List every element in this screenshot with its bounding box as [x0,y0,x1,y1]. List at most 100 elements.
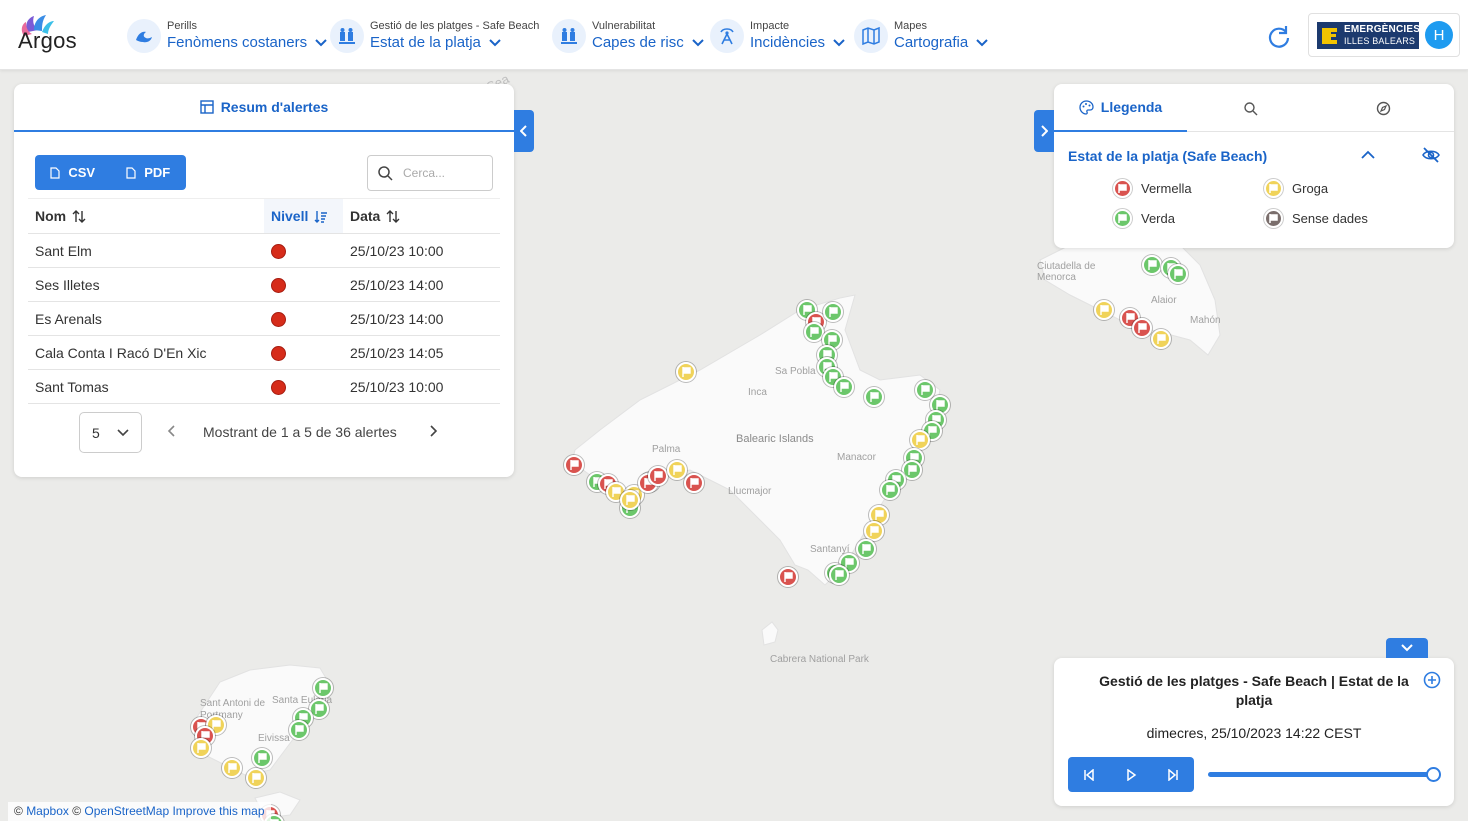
beach-flag-marker[interactable] [834,377,854,397]
chevron-down-icon [833,38,845,46]
beach-flag-marker[interactable] [1142,255,1162,275]
beach-flag-marker[interactable] [252,748,272,768]
beach-flag-marker[interactable] [222,758,242,778]
alerts-search[interactable] [367,155,493,191]
beach-flag-marker[interactable] [289,720,309,740]
time-panel-toggle[interactable] [1386,638,1428,658]
time-slider-thumb[interactable] [1426,767,1441,782]
step-forward-button[interactable] [1152,757,1194,792]
cell-level [264,267,343,302]
beach-flag-marker[interactable] [684,473,704,493]
play-button[interactable] [1110,757,1152,792]
column-header-name[interactable]: Nom [28,198,264,234]
beach-flag-marker[interactable] [648,466,668,486]
beach-flag-marker[interactable] [191,738,211,758]
beach-flag-marker[interactable] [313,678,333,698]
plus-circle-icon[interactable] [1423,671,1441,689]
table-row[interactable]: Ses Illetes 25/10/23 14:00 [28,267,500,302]
nav-beach-state-label: Estat de la platja [370,33,481,51]
table-row[interactable]: Sant Tomas 25/10/23 10:00 [28,369,500,404]
beach-flag-marker[interactable] [1168,264,1188,284]
page-size-select[interactable]: 5 [79,412,142,453]
table-row[interactable]: Cala Conta I Racó D'En Xic 25/10/23 14:0… [28,335,500,370]
chevron-right-icon[interactable] [428,425,438,437]
column-header-date[interactable]: Data [343,198,500,234]
improve-map-link[interactable]: Improve this map [172,804,264,818]
beach-flag-marker[interactable] [856,539,876,559]
tab-alerts-summary[interactable]: Resum d'alertes [14,84,514,132]
beach-flag-marker[interactable] [1094,300,1114,320]
nav-perils-sub: Perills [167,19,197,32]
compass-icon [1376,101,1390,115]
beach-flag-marker[interactable] [910,430,930,450]
table-row[interactable]: Es Arenals 25/10/23 14:00 [28,301,500,336]
beach-flag-marker[interactable] [1132,318,1152,338]
current-datetime: dimecres, 25/10/2023 14:22 CEST [1146,725,1362,741]
nav-impact-sub: Impacte [750,19,790,32]
city-label-palma: Palma [652,444,681,455]
legend-panel: Llegenda Estat de la platja (Safe Beach)… [1054,84,1454,248]
mapbox-link[interactable]: Mapbox [26,804,69,818]
chevron-left-icon[interactable] [167,425,177,437]
legend-item-no-data: Sense dades [1264,209,1368,228]
export-button-group: CSV PDF [35,155,186,190]
tab-search[interactable] [1187,84,1320,132]
avatar[interactable]: H [1425,21,1453,49]
search-input[interactable] [403,166,483,180]
region-label-balearic: Balearic Islands [736,433,814,445]
beach-flag-marker[interactable] [880,480,900,500]
osm-link[interactable]: OpenStreetMap [84,804,169,818]
nav-perils-label: Fenòmens costaners [167,33,308,51]
nav-impact[interactable]: Impacte Incidències [710,18,845,54]
cell-date: 25/10/23 14:00 [343,267,500,302]
emergencies-logo-icon [1322,27,1337,44]
beach-flag-marker[interactable] [1151,329,1171,349]
beach-flag-marker[interactable] [864,387,884,407]
flag-icon [1113,209,1132,228]
chevron-up-icon[interactable] [1361,150,1375,160]
beach-flag-marker[interactable] [823,302,843,322]
nav-perils[interactable]: Perills Fenòmens costaners [127,18,327,54]
column-header-level[interactable]: Nivell [264,198,343,234]
map-attribution: © Mapbox © OpenStreetMap Improve this ma… [8,802,271,821]
eye-off-icon[interactable] [1422,147,1440,163]
level-dot-red [271,379,286,395]
brand-line2: ILLES BALEARS [1344,36,1416,46]
file-icon [126,166,136,179]
collapse-alerts-panel-button[interactable] [514,110,534,152]
page-size-value: 5 [92,424,100,441]
refresh-icon[interactable] [1266,24,1292,50]
beach-flag-marker[interactable] [778,567,798,587]
beach-flag-marker[interactable] [620,490,640,510]
table-row[interactable]: Sant Elm 25/10/23 10:00 [28,233,500,268]
beach-flag-marker[interactable] [676,362,696,382]
legend-label: Verda [1141,211,1175,226]
nav-beach-state-sub: Gestió de les platges - Safe Beach [370,19,540,32]
collapse-legend-panel-button[interactable] [1034,110,1054,152]
palette-icon [1079,99,1094,115]
playback-controls [1068,757,1194,792]
nav-beach-state[interactable]: Gestió de les platges - Safe Beach Estat… [330,18,539,54]
tab-navigation[interactable] [1320,84,1453,132]
time-slider-track[interactable] [1208,772,1433,777]
nav-impact-label: Incidències [750,33,826,51]
beach-flag-marker[interactable] [864,521,884,541]
beach-flag-marker[interactable] [804,322,824,342]
beach-flag-marker[interactable] [829,565,849,585]
nav-vulnerability-label: Capes de risc [592,33,684,51]
nav-maps[interactable]: Mapes Cartografia [854,18,988,54]
beach-flag-marker[interactable] [564,455,584,475]
cell-name: Es Arenals [28,301,264,336]
cell-level [264,369,343,404]
beach-flag-marker[interactable] [667,460,687,480]
city-label-manacor: Manacor [837,452,876,463]
tab-legend[interactable]: Llegenda [1054,84,1187,132]
csv-export-button[interactable]: CSV [35,155,111,190]
nav-vulnerability[interactable]: Vulnerabilitat Capes de risc [552,18,704,54]
city-label-llucmajor: Llucmajor [728,486,772,497]
pdf-export-button[interactable]: PDF [111,155,187,190]
beach-flag-marker[interactable] [246,768,266,788]
pagination-text: Mostrant de 1 a 5 de 36 alertes [203,424,397,440]
cell-date: 25/10/23 10:00 [343,369,500,404]
step-back-button[interactable] [1068,757,1110,792]
